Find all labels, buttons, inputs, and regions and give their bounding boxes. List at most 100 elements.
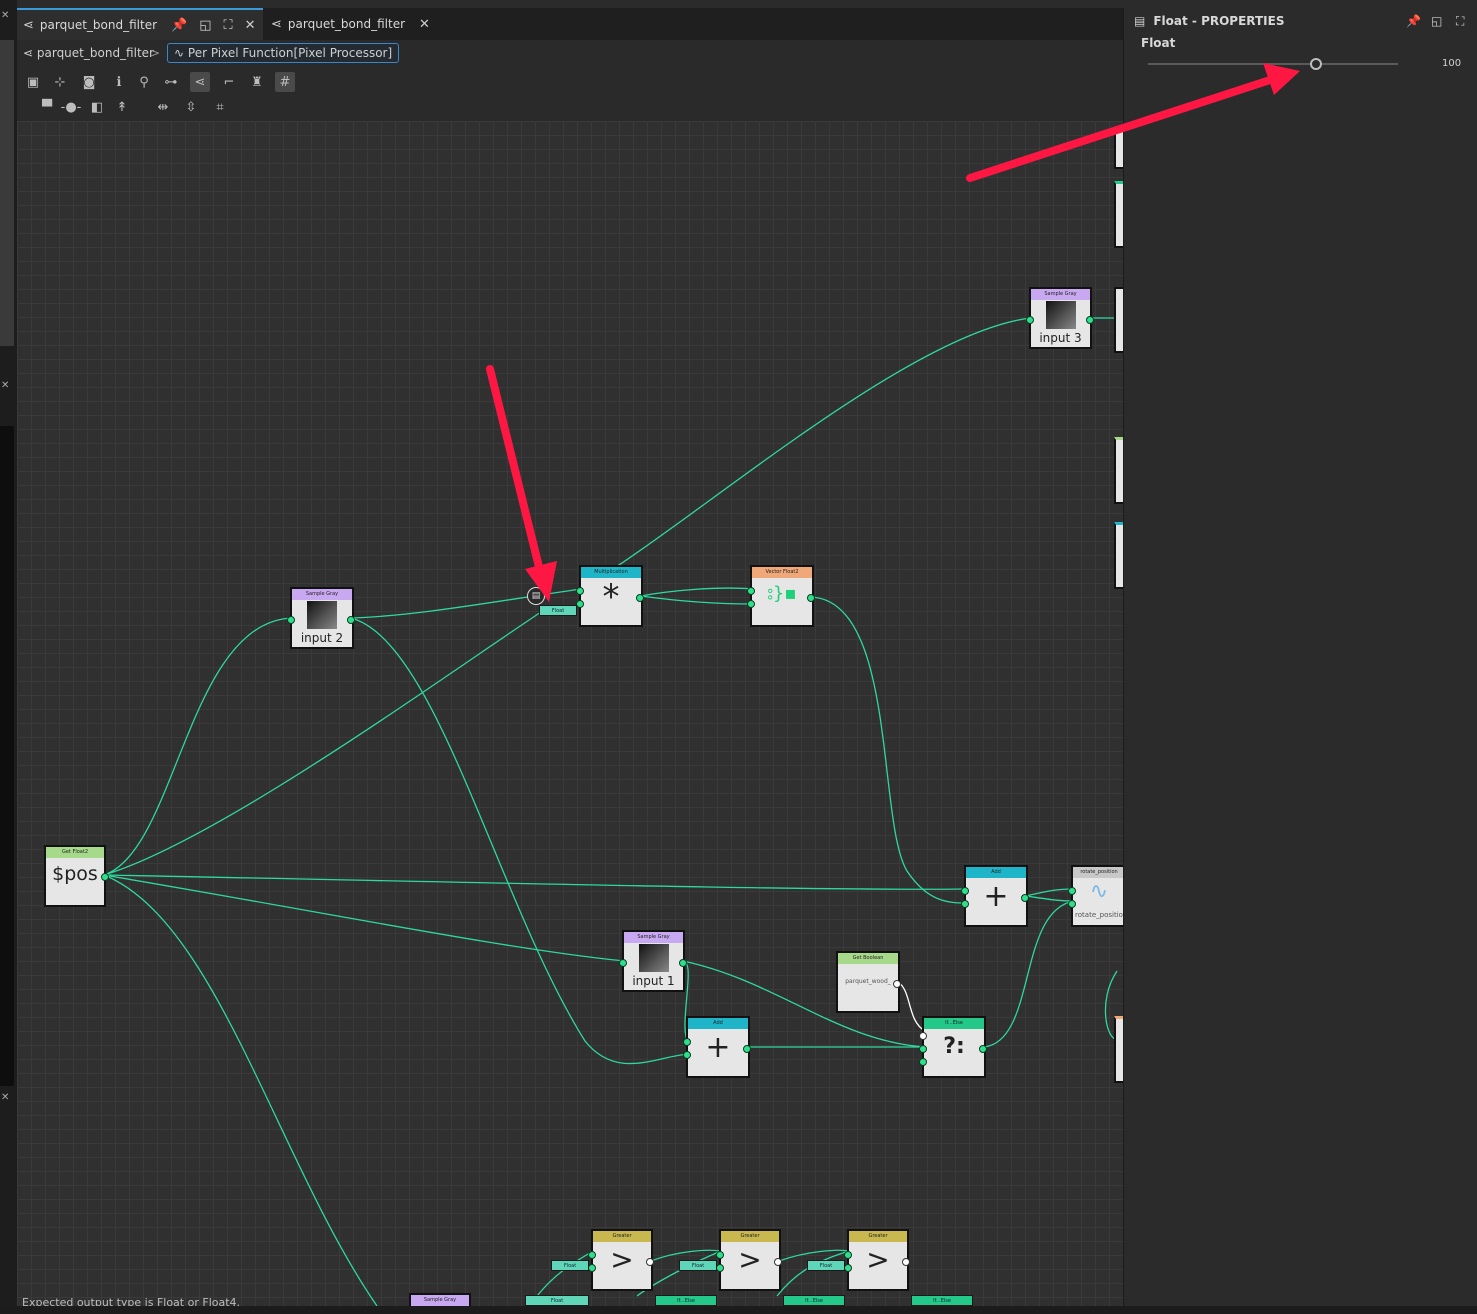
close-icon[interactable]: ✕ xyxy=(1,10,9,21)
input-port[interactable] xyxy=(576,600,584,608)
output-port[interactable] xyxy=(1086,316,1094,324)
output-port[interactable] xyxy=(1021,894,1029,902)
input-port[interactable] xyxy=(588,1264,596,1272)
input-port[interactable] xyxy=(716,1251,724,1259)
maximize-icon[interactable]: ⛶ xyxy=(1456,14,1464,29)
graph-icon: ⋖ xyxy=(23,17,34,33)
partial-node[interactable] xyxy=(1114,522,1123,589)
input-port[interactable] xyxy=(961,887,969,895)
info-icon[interactable]: ℹ xyxy=(109,72,129,92)
partial-node[interactable] xyxy=(1114,287,1123,353)
node-add-right[interactable]: Add + xyxy=(961,865,1029,927)
node-get-float2[interactable]: Get Float2 $pos xyxy=(44,845,109,907)
output-port[interactable] xyxy=(646,1258,654,1266)
input-port[interactable] xyxy=(588,1251,596,1259)
partial-node[interactable] xyxy=(1114,437,1123,504)
node-sample-gray-input3[interactable]: Sample Gray input 3 xyxy=(1026,287,1094,349)
grid-snap-icon[interactable]: # xyxy=(275,72,295,92)
align-horizontal-icon[interactable]: ⇹ xyxy=(153,97,173,117)
node-add-center[interactable]: Add + xyxy=(683,1016,751,1078)
status-bar: Expected output type is Float or Float4. xyxy=(17,1294,1123,1306)
node-vector-float2[interactable]: Vector Float2 ⦂}▪ xyxy=(747,565,815,627)
float-chip[interactable]: Float xyxy=(807,1260,845,1271)
input-port[interactable] xyxy=(919,1045,927,1053)
close-icon[interactable]: ✕ xyxy=(1,1092,9,1103)
connector-icon[interactable]: ⌐ xyxy=(219,72,239,92)
input-port[interactable] xyxy=(683,1051,691,1059)
node-greater-2[interactable]: Greater > xyxy=(716,1229,782,1291)
node-greater-1[interactable]: Greater > xyxy=(588,1229,654,1291)
node-greater-3[interactable]: Greater > xyxy=(844,1229,910,1291)
pin-icon[interactable]: 📌 xyxy=(1406,14,1421,28)
output-port[interactable] xyxy=(807,594,815,602)
maximize-icon[interactable]: ⛶ xyxy=(224,18,233,33)
close-icon[interactable]: ✕ xyxy=(1,380,9,391)
brush-icon[interactable]: ♜ xyxy=(247,72,267,92)
input-port[interactable] xyxy=(1068,900,1076,908)
document-icon[interactable]: ▤ xyxy=(527,587,545,605)
link-icon[interactable]: ⊶ xyxy=(161,72,181,92)
pin-node-icon[interactable]: ↟ xyxy=(112,97,132,117)
input-port[interactable] xyxy=(961,900,969,908)
input-port[interactable] xyxy=(287,616,295,624)
output-port[interactable] xyxy=(979,1045,987,1053)
align-vertical-icon[interactable]: ⇳ xyxy=(181,97,201,117)
camera-icon[interactable]: ◙ xyxy=(79,72,99,92)
partial-node[interactable] xyxy=(1114,129,1123,169)
input-port[interactable] xyxy=(844,1264,852,1272)
output-port[interactable] xyxy=(101,873,109,881)
comment-icon[interactable]: ▀ xyxy=(37,97,57,117)
frame-icon[interactable]: ◧ xyxy=(87,97,107,117)
node-canvas[interactable]: Get Float2 $pos Sample Gray input 2 Samp… xyxy=(17,121,1123,1306)
close-icon[interactable]: ✕ xyxy=(419,17,430,32)
float-chip[interactable]: Float xyxy=(551,1260,589,1271)
input-port[interactable] xyxy=(747,587,755,595)
output-port[interactable] xyxy=(636,594,644,602)
node-sample-gray-input2[interactable]: Sample Gray input 2 xyxy=(287,587,355,649)
output-port[interactable] xyxy=(679,959,687,967)
input-port[interactable] xyxy=(576,587,584,595)
pin-icon[interactable]: 📌 xyxy=(171,18,187,33)
output-port[interactable] xyxy=(743,1045,751,1053)
output-port[interactable] xyxy=(774,1258,782,1266)
output-port[interactable] xyxy=(893,980,901,988)
breadcrumb-root[interactable]: ⋖ parquet_bond_filter xyxy=(23,46,154,60)
dock-panel-handle[interactable] xyxy=(0,426,14,1086)
dot-node-icon[interactable]: -●- xyxy=(61,97,82,117)
output-port[interactable] xyxy=(902,1258,910,1266)
input-port[interactable] xyxy=(747,600,755,608)
float-slider-handle[interactable] xyxy=(1309,58,1322,70)
node-sample-gray-input1[interactable]: Sample Gray input 1 xyxy=(619,930,687,992)
distribute-icon[interactable]: ⌗ xyxy=(210,97,230,117)
node-multiplication[interactable]: Multiplication * xyxy=(576,565,644,627)
float-value[interactable]: 100 xyxy=(1442,58,1461,69)
input-port[interactable] xyxy=(919,1058,927,1066)
tab-parquet-bond-filter-active[interactable]: ⋖ parquet_bond_filter 📌 ◱ ⛶ ✕ xyxy=(17,8,263,40)
float-chip[interactable]: Float xyxy=(539,605,577,616)
float-chip[interactable]: Float xyxy=(679,1260,717,1271)
float-window-icon[interactable]: ◱ xyxy=(199,18,211,33)
input-port[interactable] xyxy=(716,1264,724,1272)
dock-panel-handle[interactable] xyxy=(0,40,14,346)
partial-node[interactable] xyxy=(1114,181,1123,248)
node-get-boolean[interactable]: Get Boolean parquet_wood_ xyxy=(836,951,901,1013)
frame-all-icon[interactable]: ▣ xyxy=(23,72,43,92)
input-port[interactable] xyxy=(844,1251,852,1259)
input-port[interactable] xyxy=(919,1032,927,1040)
float-window-icon[interactable]: ◱ xyxy=(1431,14,1442,28)
input-port[interactable] xyxy=(619,959,627,967)
input-port[interactable] xyxy=(1026,316,1034,324)
frame-selected-icon[interactable]: ⊹ xyxy=(50,72,70,92)
search-icon[interactable]: ⚲ xyxy=(134,72,154,92)
node-if-else[interactable]: If...Else ?: xyxy=(919,1016,987,1078)
output-port[interactable] xyxy=(347,616,355,624)
graph-layout-icon[interactable]: ⋖ xyxy=(190,72,210,92)
node-rotate-position[interactable]: rotate_position ∿ rotate_positio xyxy=(1068,865,1123,927)
tab-parquet-bond-filter[interactable]: ⋖ parquet_bond_filter ✕ xyxy=(265,8,435,40)
breadcrumb-current[interactable]: ∿ Per Pixel Function[Pixel Processor] xyxy=(167,43,400,63)
input-port[interactable] xyxy=(1068,887,1076,895)
float-slider-track[interactable] xyxy=(1148,63,1398,65)
input-port[interactable] xyxy=(683,1038,691,1046)
close-icon[interactable]: ✕ xyxy=(245,18,256,33)
partial-node[interactable] xyxy=(1114,1016,1123,1083)
